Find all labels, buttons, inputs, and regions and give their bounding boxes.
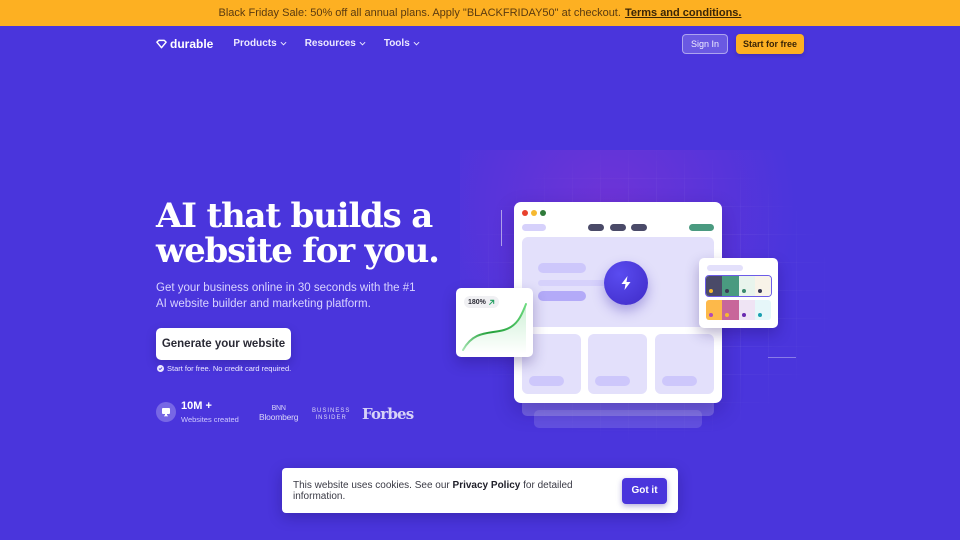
window-maximize-dot <box>540 210 546 216</box>
hero-title-line1: AI that builds a <box>156 196 433 236</box>
color-swatch <box>722 300 739 320</box>
promo-banner: Black Friday Sale: 50% off all annual pl… <box>0 0 960 26</box>
diamond-logo-icon <box>156 39 167 48</box>
stat-icon-wrap <box>156 402 176 422</box>
chevron-down-icon <box>280 41 287 46</box>
palette-option-selected[interactable] <box>704 274 773 298</box>
chevron-down-icon <box>359 41 366 46</box>
mock-card <box>588 334 647 394</box>
free-note-text: Start for free. No credit card required. <box>167 364 292 373</box>
forbes-logo: Forbes <box>362 405 414 423</box>
palette-option[interactable] <box>706 300 771 320</box>
mock-nav-pill <box>588 224 604 231</box>
mock-text-bar <box>538 280 608 286</box>
mock-text-bar <box>538 263 586 273</box>
swatch-dot <box>757 289 762 293</box>
cookie-text-before: This website uses cookies. See our <box>293 479 453 491</box>
privacy-policy-link[interactable]: Privacy Policy <box>453 480 521 491</box>
hero-title: AI that builds a website for you. <box>156 199 456 269</box>
swatch-dot <box>741 289 746 293</box>
swatch-dot <box>757 313 762 317</box>
generate-website-button[interactable]: Generate your website <box>156 328 291 360</box>
bi-top: BUSINESS <box>312 408 351 414</box>
stat-label: Websites created <box>181 415 239 424</box>
mock-nav-pill <box>631 224 647 231</box>
swatch-dot <box>741 313 746 317</box>
color-swatch <box>738 276 755 296</box>
nav-tools-label: Tools <box>383 38 410 49</box>
mock-hero-panel <box>522 237 714 327</box>
lightning-bolt-icon <box>621 276 631 290</box>
growth-chart-card: 180% <box>456 288 533 357</box>
nav-resources[interactable]: Resources <box>305 38 366 49</box>
hero-title-line2: website for you. <box>156 231 440 271</box>
mock-cta-pill <box>689 224 714 231</box>
window-minimize-dot <box>531 210 537 216</box>
nav-tools[interactable]: Tools <box>384 38 420 49</box>
bnn-bottom: Bloomberg <box>259 412 299 422</box>
top-nav: durable Products Resources Tools Sign In… <box>156 26 804 61</box>
color-swatch <box>706 276 723 296</box>
mock-text-bar <box>538 291 586 301</box>
color-swatch <box>738 300 755 320</box>
free-note: Start for free. No credit card required. <box>157 364 291 373</box>
decor-line <box>768 357 796 358</box>
monitor-icon <box>162 408 170 417</box>
nav-products-label: Products <box>233 38 277 49</box>
promo-text: Black Friday Sale: 50% off all annual pl… <box>218 7 621 19</box>
terms-link[interactable]: Terms and conditions. <box>625 7 742 19</box>
browser-mockup <box>514 202 722 403</box>
logo[interactable]: durable <box>156 37 213 51</box>
got-it-button[interactable]: Got it <box>622 477 667 504</box>
color-palette-card <box>699 258 778 328</box>
arrow-up-right-icon <box>488 299 495 305</box>
color-swatch <box>754 276 771 296</box>
window-close-dot <box>522 210 528 216</box>
swatch-dot <box>725 289 730 293</box>
sign-in-button[interactable]: Sign In <box>681 33 728 54</box>
stat-value: 10M + <box>181 400 212 412</box>
color-swatch <box>722 276 739 296</box>
growth-badge: 180% <box>464 296 499 308</box>
logo-text: durable <box>170 36 214 51</box>
mock-logo-pill <box>522 224 546 231</box>
bnn-bloomberg-logo: BNN Bloomberg <box>259 405 299 422</box>
business-insider-logo: BUSINESS INSIDER <box>312 408 350 422</box>
cookie-banner: This website uses cookies. See our Priva… <box>282 468 678 513</box>
color-swatch <box>754 300 771 320</box>
decor-line <box>501 210 502 246</box>
chevron-down-icon <box>413 41 420 46</box>
start-for-free-button[interactable]: Start for free <box>735 33 804 54</box>
cookie-text: This website uses cookies. See our Priva… <box>293 480 622 502</box>
mock-card <box>655 334 714 394</box>
mock-nav-pill <box>610 224 626 231</box>
hero-subtitle: Get your business online in 30 seconds w… <box>156 282 416 310</box>
swatch-dot <box>725 313 730 317</box>
color-swatch <box>706 300 723 320</box>
swatch-dot <box>709 289 713 293</box>
bi-bottom: INSIDER <box>315 415 347 421</box>
growth-curve <box>462 303 527 354</box>
growth-value: 180% <box>468 298 486 306</box>
palette-label-bar <box>707 265 743 271</box>
ai-bolt-badge <box>604 261 648 305</box>
websites-stat: 10M + Websites created <box>156 400 239 424</box>
nav-products[interactable]: Products <box>233 38 287 49</box>
swatch-dot <box>709 313 713 317</box>
mock-card-bar <box>662 376 697 386</box>
check-circle-icon <box>157 365 164 372</box>
mock-card-bar <box>595 376 630 386</box>
nav-resources-label: Resources <box>304 38 356 49</box>
mock-card-bar <box>529 376 564 386</box>
